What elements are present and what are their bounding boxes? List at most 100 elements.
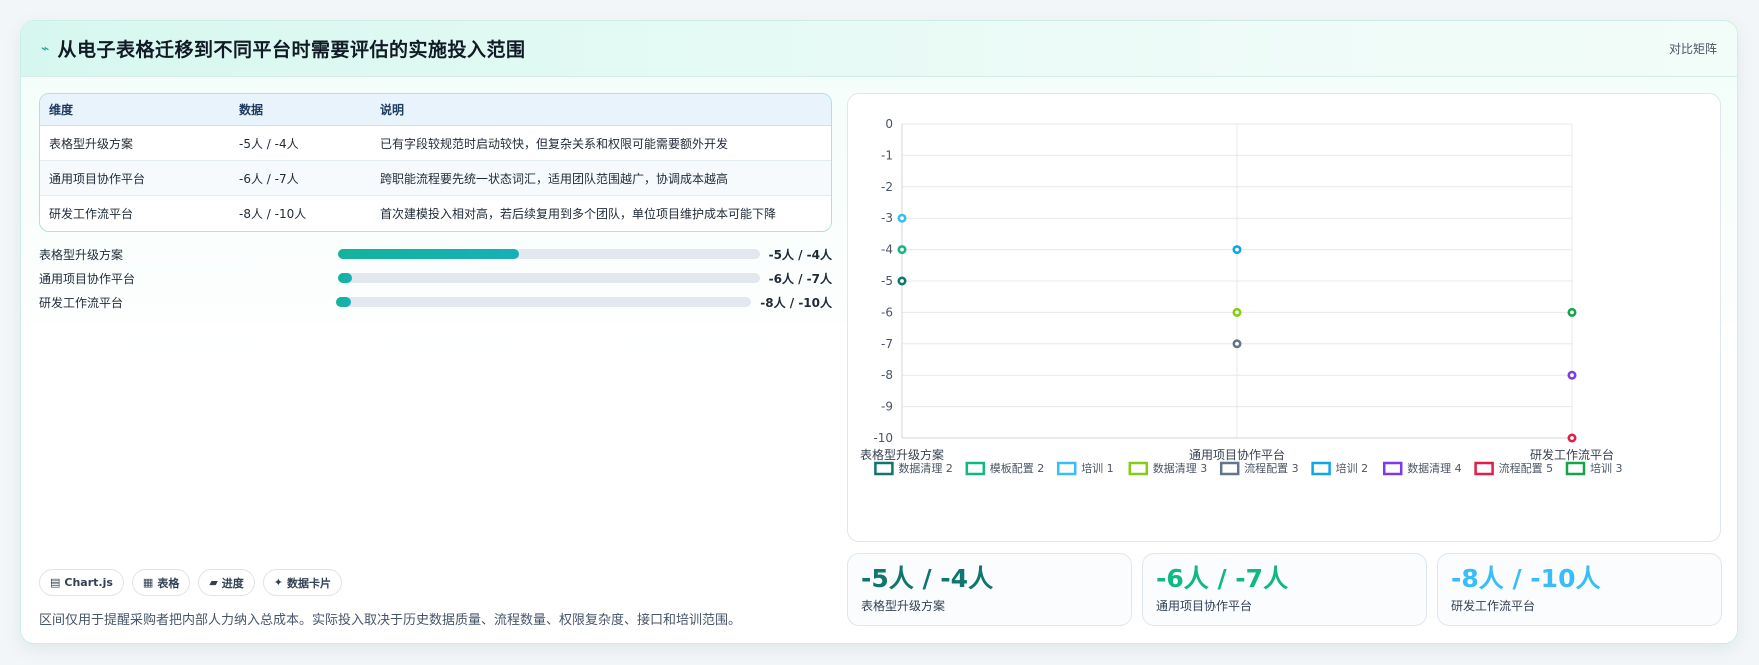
stat-label: 表格型升级方案	[861, 599, 946, 613]
table-header-dimension: 维度	[40, 94, 230, 126]
progress-value: -5人 / -4人	[768, 247, 832, 262]
chip-chartjs[interactable]: ▤ Chart.js	[39, 569, 124, 596]
table-row: 研发工作流平台 -8人 / -10人 首次建模投入相对高，若后续复用到多个团队，…	[40, 196, 831, 231]
table-cell-description: 已有字段较规范时启动较快，但复杂关系和权限可能需要额外开发	[371, 126, 831, 161]
feature-chips: ▤ Chart.js ▦ 表格 ▰ 进度 ✦ 数据卡片	[39, 569, 343, 596]
table-cell-description: 首次建模投入相对高，若后续复用到多个团队，单位项目维护成本可能下降	[380, 207, 777, 221]
scatter-point	[1567, 370, 1577, 380]
legend-label: 培训 2	[1336, 461, 1369, 475]
legend-swatch	[1219, 461, 1240, 476]
sparkle-icon: ✦	[273, 576, 284, 589]
legend-swatch	[1311, 461, 1331, 476]
table-cell-data: -5人 / -4人	[230, 126, 371, 161]
progress-fill	[337, 273, 353, 283]
scatter-point	[1232, 245, 1242, 255]
stat-value: -5人 / -4人	[861, 564, 994, 593]
y-tick-label: -1	[881, 148, 893, 162]
x-tick-label: 研发工作流平台	[1530, 447, 1614, 462]
chart-panel: 0 -1 -2 -3 -4 -5 -6 -7 -8 -9 -10 表格型升级方案 通用项目协作平台 研发工…	[847, 93, 1721, 542]
y-tick-label: -2	[881, 180, 893, 194]
y-tick-label: -8	[881, 368, 893, 382]
legend-label: 培训 1	[1081, 461, 1114, 475]
table-cell-description: 跨职能流程要先统一状态词汇，适用团队范围越广，协调成本越高	[371, 161, 831, 196]
stat-value: -6人 / -7人	[1156, 564, 1289, 593]
legend-label: 模板配置 2	[990, 461, 1045, 475]
legend-swatch	[1056, 461, 1077, 476]
x-tick-label: 通用项目协作平台	[1189, 447, 1285, 462]
progress-row: 通用项目协作平台 -6人 / -7人	[39, 266, 832, 290]
stat-label: 通用项目协作平台	[1156, 599, 1253, 613]
legend-swatch	[1474, 461, 1494, 476]
scatter-point	[1567, 433, 1577, 443]
y-tick-label: -7	[881, 337, 893, 351]
table-icon: ▦	[142, 576, 154, 589]
legend-label: 数据清理 2	[898, 461, 953, 475]
chart-icon: ▤	[50, 576, 61, 589]
chip-table[interactable]: ▦ 表格	[131, 569, 191, 596]
progress-list: 表格型升级方案 -5人 / -4人 通用项目协作平台 -6人 / -7人 研发工…	[39, 242, 832, 314]
pulse-icon: ⌁	[41, 40, 50, 57]
scatter-point	[897, 213, 907, 223]
chip-label: 表格	[157, 576, 180, 590]
stat-value: -8人 / -10人	[1451, 564, 1601, 593]
progress-label: 表格型升级方案	[39, 247, 124, 262]
progress-fill	[336, 297, 351, 307]
legend-label: 流程配置 3	[1244, 461, 1299, 475]
progress-row: 研发工作流平台 -8人 / -10人	[39, 290, 832, 314]
legend-swatch	[1382, 461, 1403, 476]
chip-progress[interactable]: ▰ 进度	[198, 569, 255, 596]
stat-label: 研发工作流平台	[1451, 599, 1536, 613]
stat-card: -8人 / -10人 研发工作流平台	[1437, 553, 1722, 626]
table-row: 通用项目协作平台 -6人 / -7人 跨职能流程要先统一状态词汇，适用团队范围越…	[40, 161, 831, 196]
progress-icon: ▰	[209, 576, 218, 589]
page-title: 从电子表格迁移到不同平台时需要评估的实施投入范围	[57, 39, 526, 61]
scatter-point	[1232, 307, 1242, 317]
card-header: ⌁ 从电子表格迁移到不同平台时需要评估的实施投入范围 对比矩阵	[21, 21, 1737, 77]
stat-card: -6人 / -7人 通用项目协作平台	[1142, 553, 1427, 626]
scatter-point	[897, 276, 907, 286]
progress-track	[337, 273, 760, 283]
scatter-point	[1567, 307, 1577, 317]
table-row: 表格型升级方案 -5人 / -4人 已有字段较规范时启动较快，但复杂关系和权限可…	[40, 126, 831, 161]
table-header-data: 数据	[230, 94, 371, 126]
chip-label: Chart.js	[64, 576, 113, 589]
y-tick-label: -4	[881, 243, 893, 257]
table-header-row: 维度 数据 说明	[40, 94, 831, 126]
scatter-point	[897, 245, 907, 255]
chip-label: 进度	[221, 576, 244, 590]
legend-swatch	[965, 461, 986, 476]
table-cell-dimension: 表格型升级方案	[40, 126, 230, 161]
y-tick-label: -6	[881, 305, 893, 319]
dashboard-card: ⌁ 从电子表格迁移到不同平台时需要评估的实施投入范围 对比矩阵 维度 数据 说明…	[20, 20, 1738, 644]
table-cell-dimension: 通用项目协作平台	[40, 161, 230, 196]
progress-label: 研发工作流平台	[39, 295, 124, 310]
title-wrap: ⌁ 从电子表格迁移到不同平台时需要评估的实施投入范围	[41, 35, 525, 62]
footnote: 区间仅用于提醒采购者把内部人力纳入总成本。实际投入取决于历史数据质量、流程数量、…	[39, 613, 742, 628]
progress-row: 表格型升级方案 -5人 / -4人	[39, 242, 832, 266]
legend-label: 培训 3	[1590, 461, 1623, 475]
left-panel: 维度 数据 说明 表格型升级方案 -5人 / -4人 已有字段较规范时启动较快，…	[39, 93, 832, 314]
y-tick-label: -5	[881, 274, 893, 288]
table-cell-data: -8人 / -10人	[239, 207, 307, 221]
legend-swatch	[874, 461, 894, 476]
table-cell-data: -6人 / -7人	[230, 161, 371, 196]
progress-fill	[337, 249, 520, 259]
chip-data-cards[interactable]: ✦ 数据卡片	[262, 569, 343, 596]
progress-value: -6人 / -7人	[768, 271, 832, 286]
scatter-point	[1232, 339, 1242, 349]
y-tick-label: -9	[881, 400, 893, 414]
legend-label: 数据清理 4	[1407, 461, 1462, 475]
legend-swatch	[1128, 461, 1149, 476]
compare-matrix-link[interactable]: 对比矩阵	[1669, 40, 1717, 57]
progress-track	[336, 297, 752, 307]
legend-label: 流程配置 5	[1499, 461, 1554, 475]
table-cell-dimension: 研发工作流平台	[49, 207, 134, 221]
legend-label: 数据清理 3	[1153, 461, 1208, 475]
y-tick-label: 0	[885, 117, 893, 131]
scatter-chart: 0 -1 -2 -3 -4 -5 -6 -7 -8 -9 -10 表格型升级方案 通用项目协作平台 研发工…	[860, 117, 1623, 476]
legend-swatch	[1565, 461, 1586, 476]
progress-track	[337, 249, 760, 259]
stat-card: -5人 / -4人 表格型升级方案	[847, 553, 1132, 626]
progress-label: 通用项目协作平台	[39, 271, 136, 286]
chip-label: 数据卡片	[287, 576, 332, 590]
